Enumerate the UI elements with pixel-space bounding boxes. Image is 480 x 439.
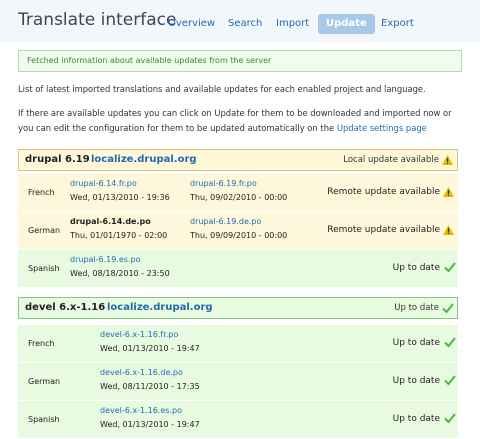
check-icon bbox=[444, 413, 456, 424]
local-file-name: drupal-6.14.de.po bbox=[70, 217, 151, 226]
row-status: Remote update available bbox=[327, 225, 440, 235]
local-file: drupal-6.14.de.po Thu, 01/01/1970 - 02:0… bbox=[70, 215, 167, 243]
remote-file: drupal-6.19.fr.po Thu, 09/02/2010 - 00:0… bbox=[190, 177, 287, 205]
project-status: Up to date bbox=[394, 303, 439, 313]
project-status: Local update available bbox=[343, 155, 439, 165]
remote-file-link[interactable]: drupal-6.19.de.po bbox=[190, 215, 287, 229]
warning-icon bbox=[442, 155, 453, 165]
language-label: Spanish bbox=[28, 415, 60, 424]
remote-file: drupal-6.19.de.po Thu, 09/09/2010 - 00:0… bbox=[190, 215, 287, 243]
table-row: French drupal-6.14.fr.po Wed, 01/13/2010… bbox=[18, 174, 458, 212]
tab-update[interactable]: Update bbox=[318, 14, 375, 34]
page-header: Translate interface Overview Search Impo… bbox=[0, 0, 480, 42]
row-status: Up to date bbox=[392, 414, 440, 424]
intro-line-b: you can edit the configuration for them … bbox=[18, 121, 463, 136]
local-file: devel-6.x-1.16.es.po Wed, 01/13/2010 - 1… bbox=[100, 404, 200, 432]
local-date: Wed, 08/18/2010 - 23:50 bbox=[70, 269, 170, 278]
remote-date: Thu, 09/09/2010 - 00:00 bbox=[190, 231, 288, 240]
language-label: French bbox=[28, 339, 55, 348]
language-label: French bbox=[28, 188, 55, 197]
local-file: drupal-6.14.fr.po Wed, 01/13/2010 - 19:3… bbox=[70, 177, 170, 205]
remote-file-link[interactable]: drupal-6.19.fr.po bbox=[190, 177, 287, 191]
table-row: German devel-6.x-1.16.de.po Wed, 08/11/2… bbox=[18, 363, 458, 401]
project-devel: devel 6.x-1.16 localize.drupal.org Up to… bbox=[18, 297, 458, 439]
table-row: French devel-6.x-1.16.fr.po Wed, 01/13/2… bbox=[18, 325, 458, 363]
intro-line-b-text: you can edit the configuration for them … bbox=[18, 123, 335, 133]
project-name: drupal 6.19 bbox=[25, 154, 90, 165]
warning-icon bbox=[443, 187, 454, 197]
tab-import[interactable]: Import bbox=[268, 14, 317, 34]
remote-date: Thu, 09/02/2010 - 00:00 bbox=[190, 193, 288, 202]
intro-line-a: If there are available updates you can c… bbox=[18, 108, 452, 118]
check-icon bbox=[442, 303, 454, 314]
local-file-link[interactable]: drupal-6.19.es.po bbox=[70, 253, 170, 267]
local-file: devel-6.x-1.16.de.po Wed, 08/11/2010 - 1… bbox=[100, 366, 200, 394]
translate-interface-page: Translate interface Overview Search Impo… bbox=[0, 0, 480, 439]
warning-icon bbox=[443, 225, 454, 235]
project-header: drupal 6.19 localize.drupal.org Local up… bbox=[18, 149, 458, 171]
local-file-link[interactable]: devel-6.x-1.16.es.po bbox=[100, 404, 200, 418]
local-file-link[interactable]: devel-6.x-1.16.fr.po bbox=[100, 328, 200, 342]
intro-text: List of latest imported translations and… bbox=[18, 84, 426, 94]
page-title: Translate interface bbox=[18, 10, 177, 30]
local-date: Wed, 01/13/2010 - 19:36 bbox=[70, 193, 170, 202]
language-label: German bbox=[28, 377, 61, 386]
local-date: Wed, 08/11/2010 - 17:35 bbox=[100, 382, 200, 391]
local-file-link[interactable]: devel-6.x-1.16.de.po bbox=[100, 366, 200, 380]
intro-text-2: If there are available updates you can c… bbox=[18, 106, 463, 136]
row-status: Up to date bbox=[392, 338, 440, 348]
project-header: devel 6.x-1.16 localize.drupal.org Up to… bbox=[18, 297, 458, 319]
language-label: Spanish bbox=[28, 264, 60, 273]
language-label: German bbox=[28, 226, 61, 235]
update-settings-link[interactable]: Update settings page bbox=[337, 123, 427, 133]
table-row: Spanish drupal-6.19.es.po Wed, 08/18/201… bbox=[18, 250, 458, 288]
row-status: Up to date bbox=[392, 263, 440, 273]
tab-export[interactable]: Export bbox=[373, 14, 422, 34]
local-date: Thu, 01/01/1970 - 02:00 bbox=[70, 231, 168, 240]
tab-search[interactable]: Search bbox=[220, 14, 270, 34]
table-row: Spanish devel-6.x-1.16.es.po Wed, 01/13/… bbox=[18, 401, 458, 439]
check-icon bbox=[444, 337, 456, 348]
local-file: devel-6.x-1.16.fr.po Wed, 01/13/2010 - 1… bbox=[100, 328, 200, 356]
status-message: Fetched information about available upda… bbox=[18, 50, 462, 72]
project-drupal: drupal 6.19 localize.drupal.org Local up… bbox=[18, 149, 458, 288]
project-server-link[interactable]: localize.drupal.org bbox=[91, 154, 197, 165]
tab-overview[interactable]: Overview bbox=[160, 14, 223, 34]
local-file: drupal-6.19.es.po Wed, 08/18/2010 - 23:5… bbox=[70, 253, 170, 281]
local-date: Wed, 01/13/2010 - 19:47 bbox=[100, 344, 200, 353]
check-icon bbox=[444, 262, 456, 273]
local-date: Wed, 01/13/2010 - 19:47 bbox=[100, 420, 200, 429]
check-icon bbox=[444, 375, 456, 386]
local-file-link[interactable]: drupal-6.14.fr.po bbox=[70, 177, 170, 191]
table-row: German drupal-6.14.de.po Thu, 01/01/1970… bbox=[18, 212, 458, 250]
project-server-link[interactable]: localize.drupal.org bbox=[107, 302, 213, 313]
project-name: devel 6.x-1.16 bbox=[25, 302, 106, 313]
row-status: Up to date bbox=[392, 376, 440, 386]
row-status: Remote update available bbox=[327, 187, 440, 197]
